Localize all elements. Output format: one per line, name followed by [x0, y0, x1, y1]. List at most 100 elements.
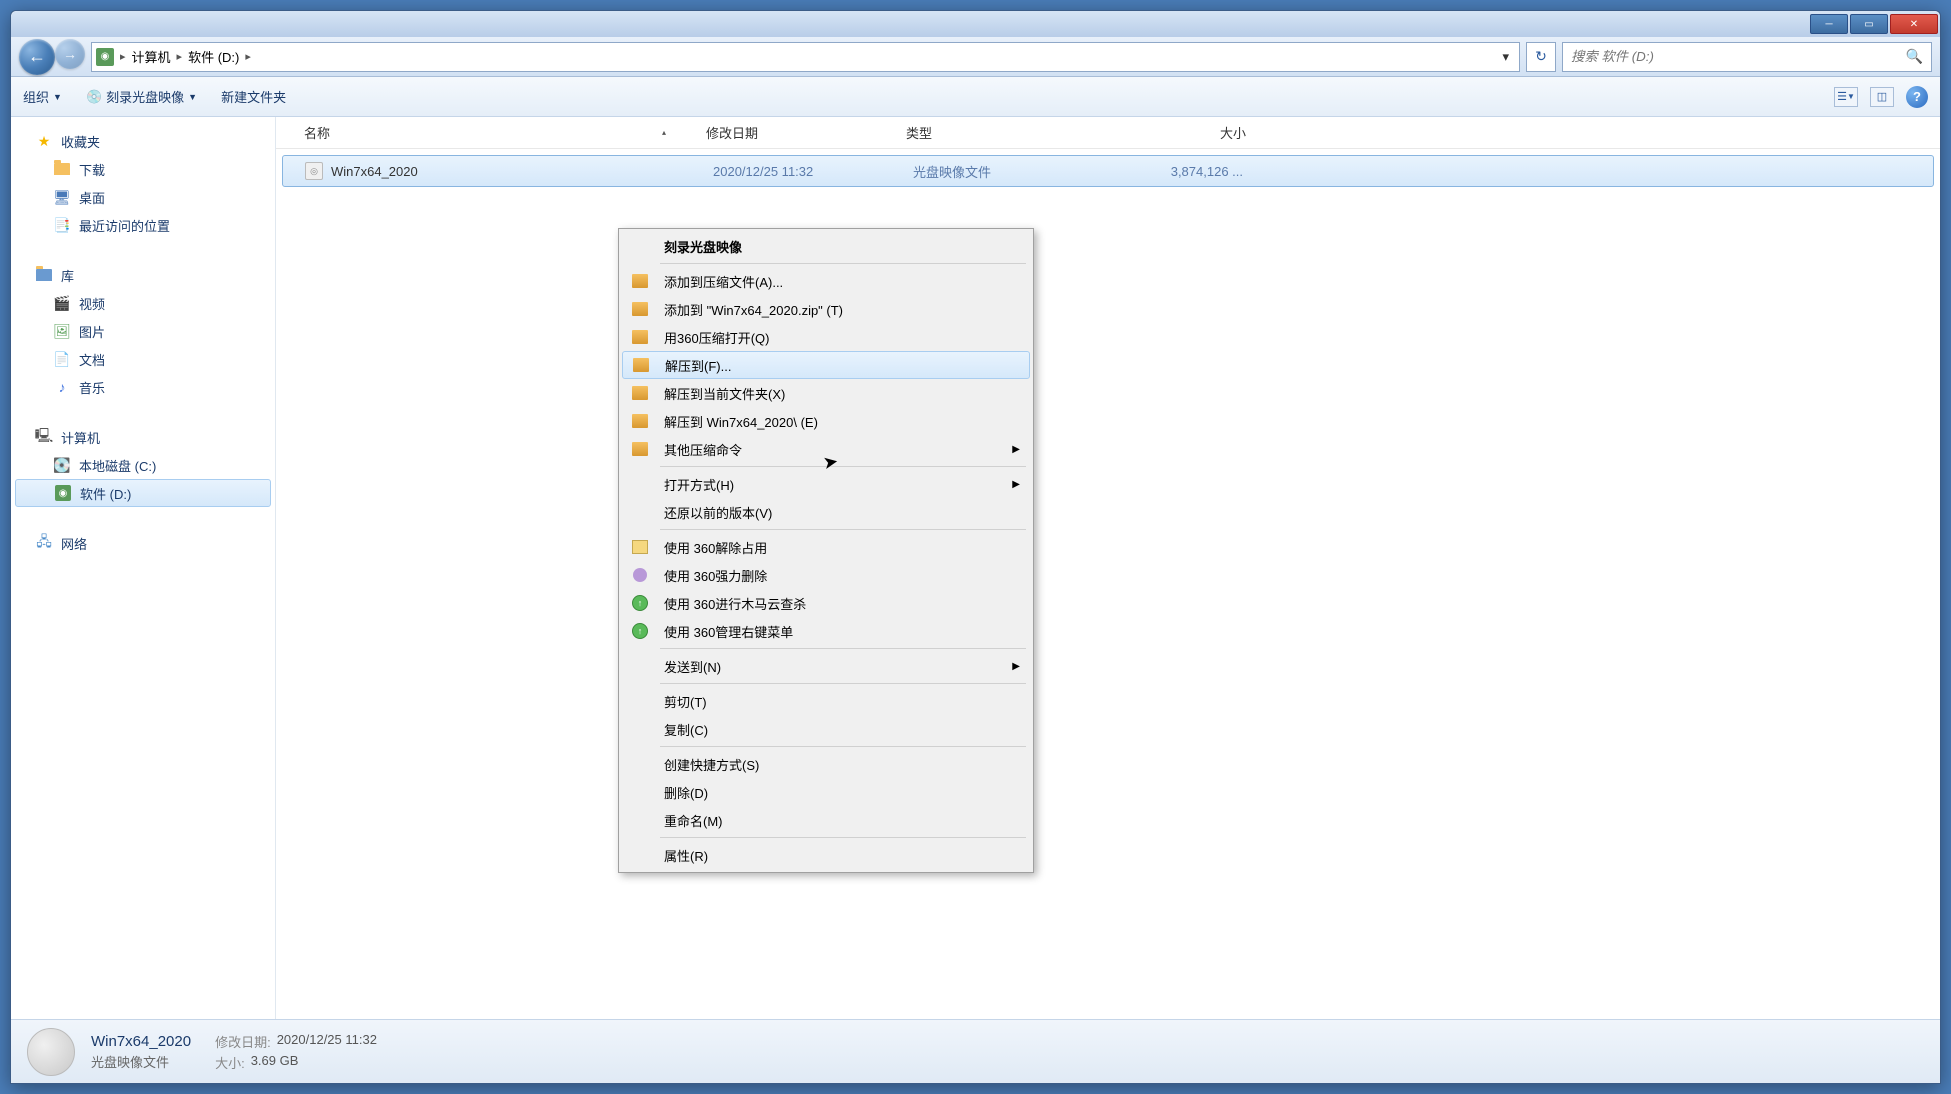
ctx-extract-here[interactable]: 解压到当前文件夹(X) — [622, 379, 1030, 407]
sidebar-documents[interactable]: 📄文档 — [11, 345, 275, 373]
status-filetype: 光盘映像文件 — [91, 1052, 191, 1071]
ctx-360-unlock[interactable]: 使用 360解除占用 — [622, 533, 1030, 561]
titlebar: ─ ▭ ✕ — [11, 11, 1940, 37]
archive-icon — [630, 271, 650, 291]
chevron-right-icon: ▸ — [245, 50, 251, 63]
status-date-label: 修改日期: — [215, 1032, 271, 1051]
column-size[interactable]: 大小 — [1106, 123, 1246, 142]
sidebar-local-c[interactable]: 💽本地磁盘 (C:) — [11, 451, 275, 479]
preview-pane-button[interactable]: ◫ — [1870, 87, 1894, 107]
search-box[interactable]: 🔍 — [1562, 42, 1932, 72]
sidebar-downloads[interactable]: 下载 — [11, 155, 275, 183]
ctx-create-shortcut[interactable]: 创建快捷方式(S) — [622, 750, 1030, 778]
chevron-right-icon: ▶ — [1012, 661, 1020, 672]
ctx-open-360zip[interactable]: 用360压缩打开(Q) — [622, 323, 1030, 351]
file-row[interactable]: ◎Win7x64_2020 2020/12/25 11:32 光盘映像文件 3,… — [282, 155, 1934, 187]
ctx-other-compress[interactable]: 其他压缩命令▶ — [622, 435, 1030, 463]
sidebar-libraries[interactable]: 库 — [11, 261, 275, 289]
ctx-extract-to[interactable]: 解压到(F)... — [622, 351, 1030, 379]
sidebar-computer[interactable]: 🖳计算机 — [11, 423, 275, 451]
minimize-button[interactable]: ─ — [1810, 14, 1848, 34]
sidebar-desktop[interactable]: 🖥桌面 — [11, 183, 275, 211]
forward-button[interactable]: → — [55, 39, 85, 69]
ctx-add-to-zip[interactable]: 添加到 "Win7x64_2020.zip" (T) — [622, 295, 1030, 323]
library-icon — [35, 266, 53, 284]
ctx-add-to-archive[interactable]: 添加到压缩文件(A)... — [622, 267, 1030, 295]
column-headers: 名称▴ 修改日期 类型 大小 — [276, 117, 1940, 149]
help-button[interactable]: ? — [1906, 86, 1928, 108]
separator — [660, 837, 1026, 838]
maximize-button[interactable]: ▭ — [1850, 14, 1888, 34]
chevron-down-icon: ▼ — [188, 92, 197, 102]
ctx-rename[interactable]: 重命名(M) — [622, 806, 1030, 834]
ctx-burn-disc[interactable]: 刻录光盘映像 — [622, 232, 1030, 260]
iso-file-icon: ◎ — [305, 162, 323, 180]
separator — [660, 263, 1026, 264]
manage-icon: ↑ — [630, 621, 650, 641]
sidebar-pictures[interactable]: 🖼图片 — [11, 317, 275, 345]
chevron-right-icon: ▶ — [1012, 479, 1020, 490]
archive-icon — [630, 299, 650, 319]
column-date[interactable]: 修改日期 — [706, 123, 906, 142]
file-date: 2020/12/25 11:32 — [713, 164, 913, 179]
view-options-button[interactable]: ☰ ▼ — [1834, 87, 1858, 107]
sidebar-music[interactable]: ♪音乐 — [11, 373, 275, 401]
refresh-button[interactable]: ↻ — [1526, 42, 1556, 72]
search-icon: 🔍 — [1906, 48, 1923, 65]
close-button[interactable]: ✕ — [1890, 14, 1938, 34]
recent-icon: 📑 — [53, 216, 71, 234]
back-button[interactable]: ← — [19, 39, 55, 75]
organize-menu[interactable]: 组织 ▼ — [23, 87, 62, 106]
status-size: 3.69 GB — [251, 1053, 299, 1072]
unlock-icon — [630, 537, 650, 557]
column-type[interactable]: 类型 — [906, 123, 1106, 142]
search-input[interactable] — [1571, 49, 1906, 64]
ctx-copy[interactable]: 复制(C) — [622, 715, 1030, 743]
ctx-360-scan[interactable]: ↑使用 360进行木马云查杀 — [622, 589, 1030, 617]
ctx-delete[interactable]: 删除(D) — [622, 778, 1030, 806]
sidebar-favorites[interactable]: ★收藏夹 — [11, 127, 275, 155]
ctx-360-manage-menu[interactable]: ↑使用 360管理右键菜单 — [622, 617, 1030, 645]
breadcrumb-drive[interactable]: 软件 (D:) — [188, 47, 239, 66]
file-list-pane: 名称▴ 修改日期 类型 大小 ◎ Win7x64_2020 2020/12/25 … — [276, 117, 1940, 1019]
breadcrumb-dropdown[interactable]: ▾ — [1496, 49, 1515, 65]
separator — [660, 683, 1026, 684]
archive-icon — [630, 439, 650, 459]
archive-icon — [631, 355, 651, 375]
sidebar-videos[interactable]: 🎬视频 — [11, 289, 275, 317]
status-size-label: 大小: — [215, 1053, 245, 1072]
navigation-sidebar: ★收藏夹 下载 🖥桌面 📑最近访问的位置 库 🎬视频 🖼图片 📄文档 ♪音乐 🖳… — [11, 117, 276, 1019]
archive-icon — [630, 411, 650, 431]
chevron-right-icon: ▸ — [120, 50, 126, 63]
breadcrumb-computer[interactable]: 计算机 — [132, 47, 171, 66]
ctx-send-to[interactable]: 发送到(N)▶ — [622, 652, 1030, 680]
ctx-restore-versions[interactable]: 还原以前的版本(V) — [622, 498, 1030, 526]
burn-disc-button[interactable]: 💿 刻录光盘映像 ▼ — [86, 87, 197, 106]
separator — [660, 648, 1026, 649]
separator — [660, 466, 1026, 467]
sidebar-software-d[interactable]: ◉软件 (D:) — [15, 479, 271, 507]
network-icon: 🖧 — [35, 534, 53, 552]
scan-icon: ↑ — [630, 593, 650, 613]
drive-icon: ◉ — [96, 48, 114, 66]
ctx-properties[interactable]: 属性(R) — [622, 841, 1030, 869]
disc-icon — [27, 1028, 75, 1076]
chevron-right-icon: ▸ — [177, 50, 183, 63]
sidebar-network[interactable]: 🖧网络 — [11, 529, 275, 557]
status-date: 2020/12/25 11:32 — [277, 1032, 377, 1051]
column-name[interactable]: 名称▴ — [276, 123, 706, 142]
computer-icon: 🖳 — [35, 428, 53, 446]
navigation-bar: ← → ◉ ▸ 计算机 ▸ 软件 (D:) ▸ ▾ ↻ 🔍 — [11, 37, 1940, 77]
sidebar-recent[interactable]: 📑最近访问的位置 — [11, 211, 275, 239]
breadcrumb[interactable]: ◉ ▸ 计算机 ▸ 软件 (D:) ▸ ▾ — [91, 42, 1520, 72]
new-folder-button[interactable]: 新建文件夹 — [221, 87, 286, 106]
chevron-down-icon: ▼ — [53, 92, 62, 102]
ctx-360-force-delete[interactable]: 使用 360强力删除 — [622, 561, 1030, 589]
ctx-cut[interactable]: 剪切(T) — [622, 687, 1030, 715]
context-menu: 刻录光盘映像 添加到压缩文件(A)... 添加到 "Win7x64_2020.z… — [618, 228, 1034, 873]
archive-icon — [630, 327, 650, 347]
file-size: 3,874,126 ... — [1113, 164, 1253, 179]
file-name: Win7x64_2020 — [331, 164, 418, 179]
ctx-open-with[interactable]: 打开方式(H)▶ — [622, 470, 1030, 498]
ctx-extract-named[interactable]: 解压到 Win7x64_2020\ (E) — [622, 407, 1030, 435]
